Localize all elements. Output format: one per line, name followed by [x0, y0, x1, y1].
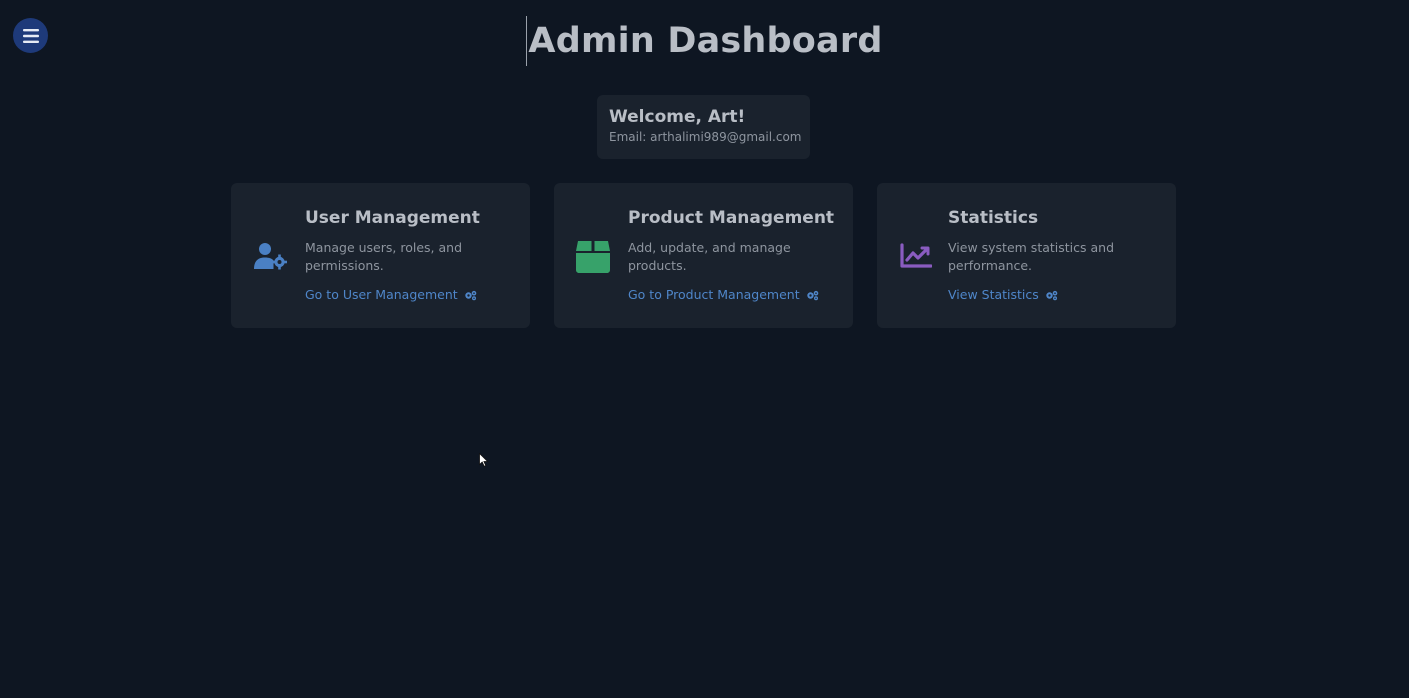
gears-icon: [1045, 290, 1058, 301]
card-title: Product Management: [628, 208, 835, 228]
welcome-panel: Welcome, Art! Email: arthalimi989@gmail.…: [597, 95, 810, 159]
go-to-product-management-link[interactable]: Go to Product Management: [628, 287, 819, 303]
user-management-card: User Management Manage users, roles, and…: [231, 183, 530, 328]
welcome-email: Email: arthalimi989@gmail.com: [609, 130, 802, 144]
text-caret: [526, 16, 528, 66]
go-to-user-management-link[interactable]: Go to User Management: [305, 287, 477, 303]
welcome-greeting: Welcome, Art!: [609, 107, 746, 127]
mouse-pointer-icon: [479, 452, 489, 467]
statistics-card: Statistics View system statistics and pe…: [877, 183, 1176, 328]
box-icon: [575, 238, 611, 274]
page-title-text: Admin Dashboard: [528, 21, 883, 61]
card-title: Statistics: [948, 208, 1039, 228]
card-title: User Management: [305, 208, 480, 228]
admin-dashboard-page: Admin Dashboard Welcome, Art! Email: art…: [0, 0, 1409, 698]
view-statistics-link[interactable]: View Statistics: [948, 287, 1058, 303]
card-description: View system statistics and performance.: [948, 240, 1115, 273]
page-title: Admin Dashboard: [526, 16, 882, 66]
link-label: Go to Product Management: [628, 287, 800, 302]
card-description: Add, update, and manage products.: [628, 240, 791, 273]
gears-icon: [806, 290, 819, 301]
card-description: Manage users, roles, and permissions.: [305, 240, 463, 273]
link-label: View Statistics: [948, 287, 1039, 302]
product-management-card: Product Management Add, update, and mana…: [554, 183, 853, 328]
gears-icon: [464, 290, 477, 301]
chart-line-icon: [898, 238, 934, 274]
link-label: Go to User Management: [305, 287, 458, 302]
user-gear-icon: [253, 238, 289, 274]
